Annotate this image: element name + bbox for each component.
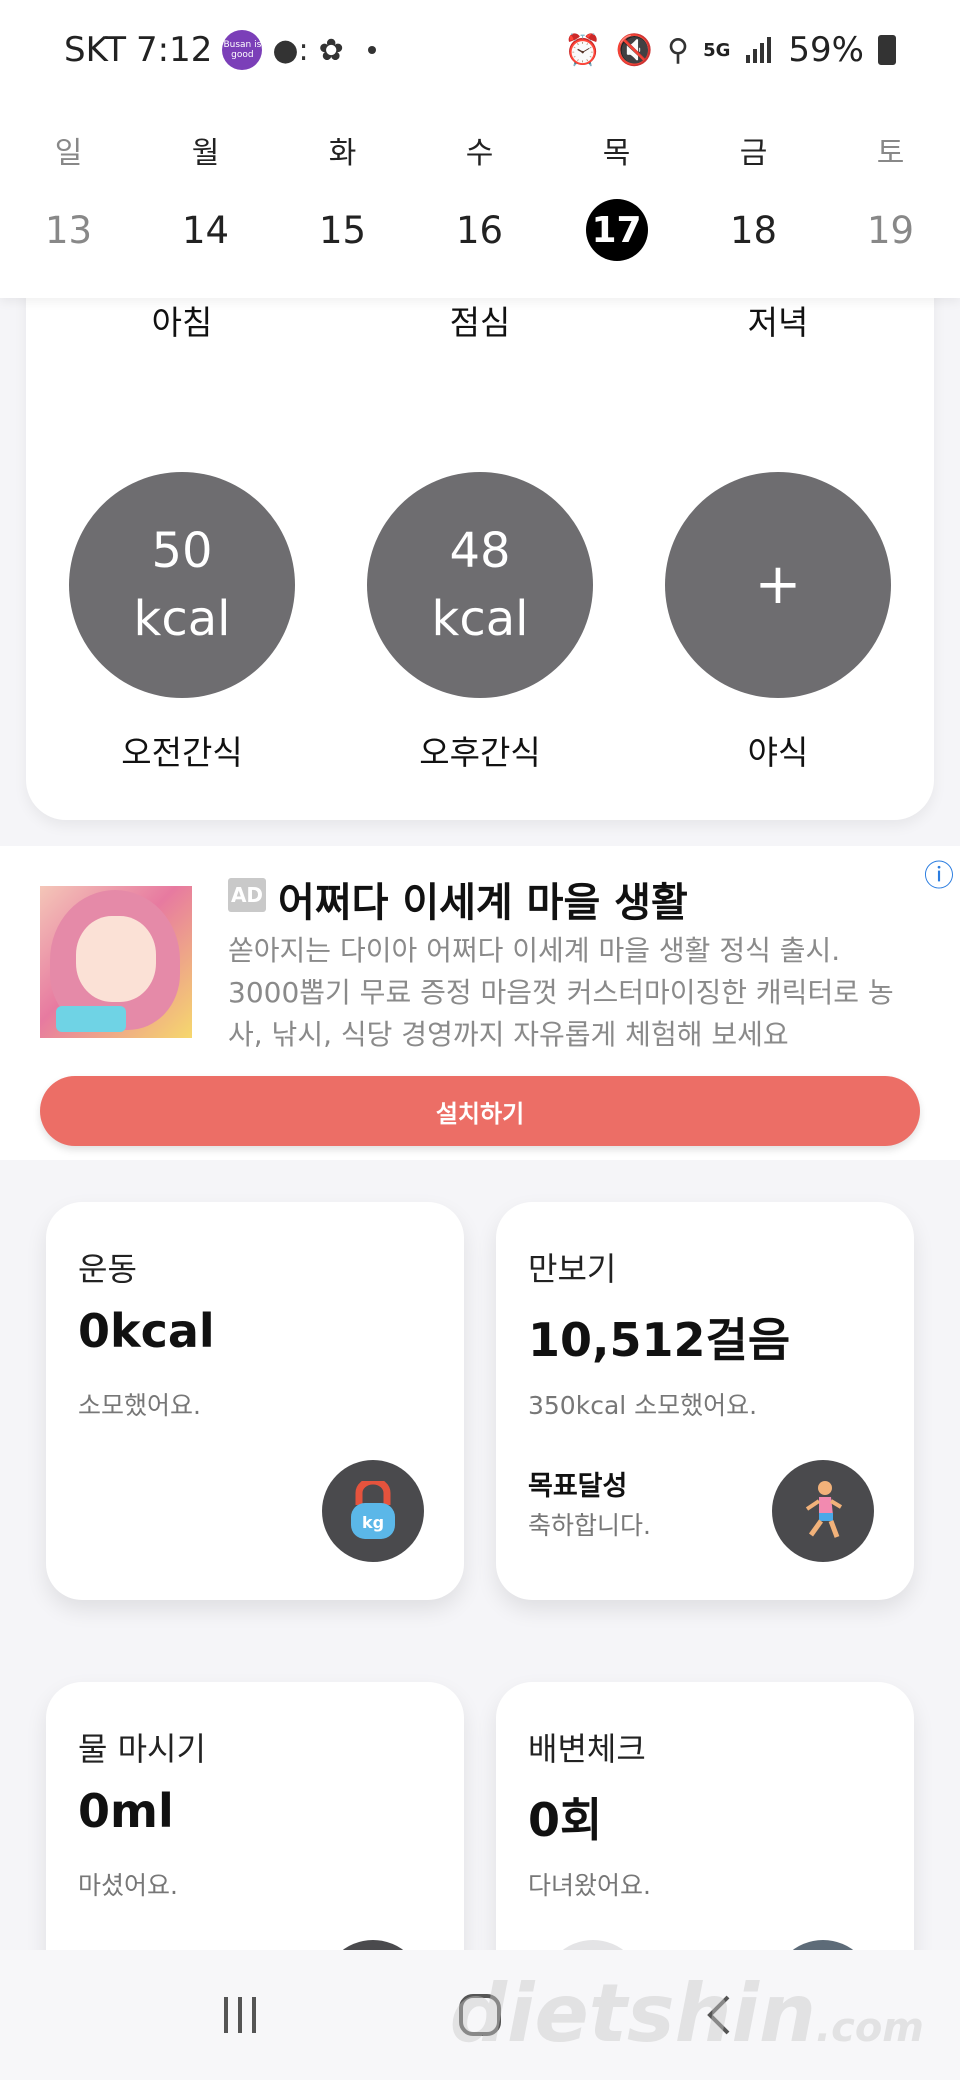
watermark-suffix: .com — [815, 2005, 924, 2051]
late-night-snack-button[interactable]: + — [665, 472, 891, 698]
week-calendar: 일 월 화 수 목 금 토 13 14 15 16 17 18 19 — [0, 100, 960, 298]
mute-icon: 🔇 — [615, 32, 654, 68]
install-button[interactable]: 설치하기 — [40, 1076, 920, 1146]
weekday-thu: 목 — [602, 136, 631, 171]
add-icon: + — [754, 552, 802, 617]
busan-app-icon: Busan is good — [222, 30, 263, 70]
lunch-label: 점심 — [449, 303, 511, 342]
bowel-value: 0회 — [528, 1793, 603, 1847]
svg-text:kg: kg — [362, 1513, 384, 1532]
ad-info-icon[interactable]: ⓘ — [918, 852, 960, 894]
selected-date: 17 — [585, 199, 648, 261]
ad-description: 쏟아지는 다이아 어쩌다 이세계 마을 생활 정식 출시. 3000뽑기 무료 … — [228, 934, 894, 1051]
date-18[interactable]: 18 — [685, 198, 822, 262]
bowel-title: 배변체크 — [528, 1730, 646, 1768]
date-row: 13 14 15 16 17 18 19 — [0, 198, 960, 262]
weekday-wed: 수 — [465, 136, 494, 171]
runner-icon[interactable] — [772, 1460, 874, 1562]
kettlebell-icon[interactable]: kg — [322, 1460, 424, 1562]
date-17-selected[interactable]: 17 — [548, 198, 685, 262]
bowel-sub: 다녀왔어요. — [528, 1871, 651, 1900]
weekday-row: 일 월 화 수 목 금 토 — [0, 118, 960, 182]
signal-icon — [746, 37, 772, 63]
ad-game-logo — [56, 1006, 126, 1032]
meal-card: kcal kcal 아침 점심 저녁 50 kcal 48 kcal + 오전간… — [26, 230, 934, 820]
morning-snack-unit: kcal — [133, 591, 231, 647]
status-bar: SKT 7:12 Busan is good ●: ✿ ⏰ 🔇 ⚲ 5G 59% — [0, 0, 960, 100]
battery-icon — [878, 35, 896, 65]
more-notifications-icon — [367, 46, 376, 54]
date-13[interactable]: 13 — [0, 198, 137, 262]
pedometer-title: 만보기 — [528, 1250, 617, 1288]
kettlebell-icon-graphic: kg — [351, 1481, 395, 1539]
recent-apps-icon — [224, 1997, 256, 2033]
date-16[interactable]: 16 — [411, 198, 548, 262]
ad-badge: AD — [228, 878, 266, 912]
afternoon-snack-label: 오후간식 — [419, 733, 541, 772]
clock: 7:12 — [136, 30, 213, 70]
weekday-sat: 토 — [876, 136, 905, 171]
pedometer-sub: 350kcal 소모했어요. — [528, 1391, 758, 1420]
water-value: 0ml — [78, 1784, 174, 1838]
morning-snack-label: 오전간식 — [121, 733, 243, 772]
afternoon-snack-value: 48 — [449, 523, 511, 579]
goal-congrats: 축하합니다. — [528, 1511, 651, 1540]
recent-apps-button[interactable] — [195, 1970, 285, 2060]
water-sub: 마셨어요. — [78, 1871, 178, 1900]
carrier: SKT — [64, 30, 127, 70]
exercise-value: 0kcal — [78, 1304, 215, 1358]
date-14[interactable]: 14 — [137, 198, 274, 262]
date-15[interactable]: 15 — [274, 198, 411, 262]
date-19[interactable]: 19 — [822, 198, 959, 262]
runner-icon-graphic — [805, 1481, 843, 1538]
afternoon-snack-button[interactable]: 48 kcal — [367, 472, 593, 698]
weekday-sun: 일 — [54, 136, 83, 171]
game-app-icon: ✿ — [318, 32, 344, 68]
exercise-title: 운동 — [78, 1250, 137, 1288]
exercise-card[interactable]: 운동 0kcal 소모했어요. kg — [46, 1202, 464, 1600]
goal-achieved: 목표달성 — [528, 1471, 628, 1502]
ad-thumbnail[interactable] — [40, 886, 192, 1038]
weekday-tue: 화 — [328, 136, 357, 171]
water-title: 물 마시기 — [78, 1730, 206, 1768]
exercise-sub: 소모했어요. — [78, 1391, 201, 1420]
weekday-mon: 월 — [191, 136, 220, 171]
afternoon-snack-unit: kcal — [431, 591, 529, 647]
dinner-label: 저녁 — [747, 303, 809, 342]
weekday-fri: 금 — [739, 136, 768, 171]
morning-snack-value: 50 — [151, 523, 213, 579]
morning-snack-button[interactable]: 50 kcal — [69, 472, 295, 698]
pedometer-value: 10,512걸음 — [528, 1313, 791, 1367]
ad-character-face — [76, 916, 156, 1002]
watermark-text: dietshin — [449, 1967, 816, 2060]
pedometer-card[interactable]: 만보기 10,512걸음 350kcal 소모했어요. 목표달성 축하합니다. — [496, 1202, 914, 1600]
watermark-logo: dietshin.com — [450, 1967, 924, 2060]
late-night-snack-label: 야식 — [747, 733, 809, 772]
breakfast-label: 아침 — [151, 303, 213, 342]
location-icon: ⚲ — [667, 32, 690, 68]
battery-text: 59% — [788, 30, 864, 70]
ad-banner[interactable]: ⓘ AD 어쩌다 이세계 마을 생활 쏟아지는 다이아 어쩌다 이세계 마을 생… — [0, 846, 960, 1160]
ad-title[interactable]: 어쩌다 이세계 마을 생활 — [278, 870, 688, 928]
network-icon: 5G — [703, 39, 731, 61]
camera-app-icon: ●: — [272, 32, 309, 68]
alarm-icon: ⏰ — [564, 32, 602, 68]
